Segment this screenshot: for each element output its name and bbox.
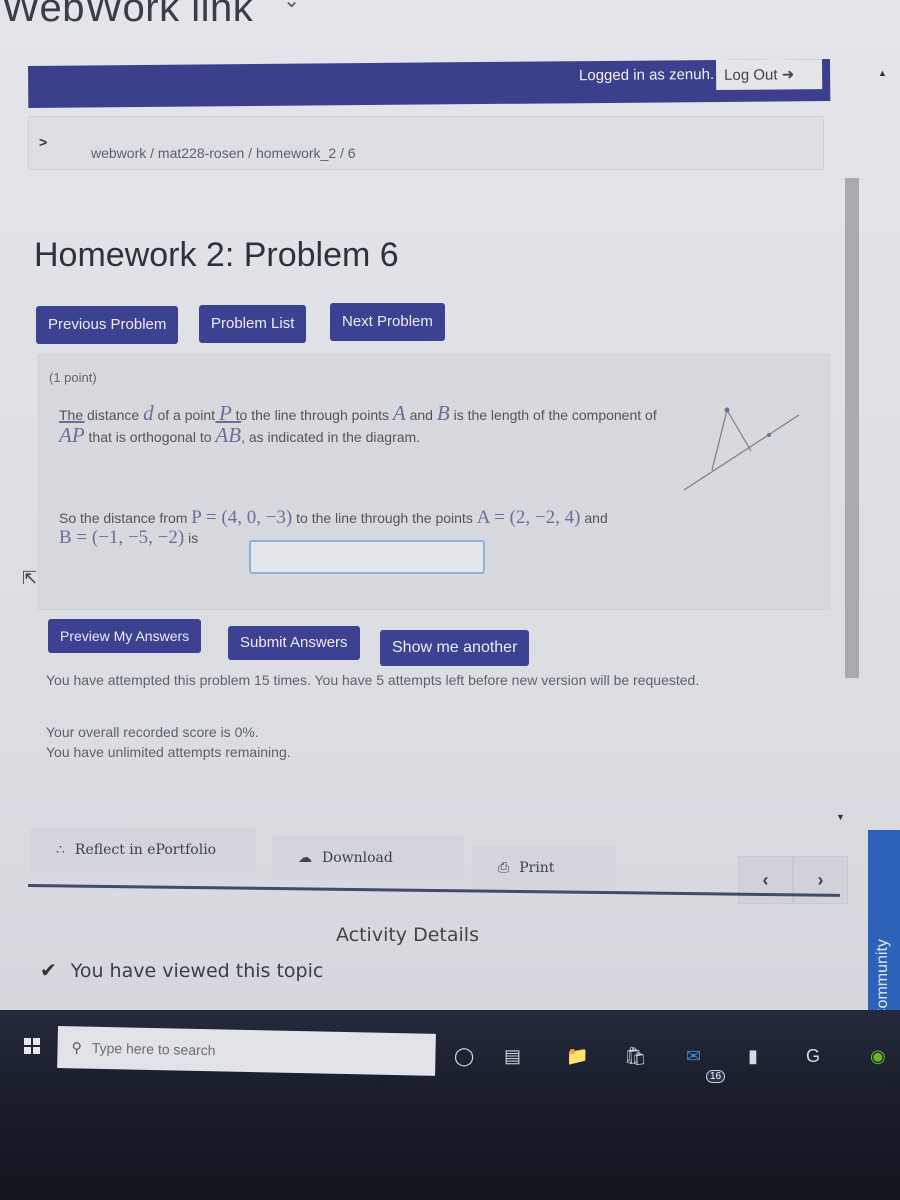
mail-badge: 16 <box>706 1070 726 1083</box>
line-ab <box>683 414 800 491</box>
text: is <box>184 530 199 546</box>
score-status: Your overall recorded score is 0%. <box>46 724 259 740</box>
download-button[interactable]: ☁ Download <box>272 836 464 880</box>
chevron-left-icon[interactable]: ‹ <box>738 856 793 904</box>
cortana-icon[interactable]: ◯ <box>454 1046 474 1067</box>
windows-start-icon[interactable] <box>24 1038 40 1054</box>
logout-button[interactable]: Log Out ➜ <box>715 59 823 90</box>
nvidia-icon[interactable]: ◉ <box>870 1046 886 1067</box>
community-label: Community <box>874 939 891 1020</box>
search-icon: ⚲ <box>71 1038 82 1056</box>
text: , as indicated in the diagram. <box>241 429 421 445</box>
show-another-button[interactable]: Show me another <box>380 630 530 666</box>
download-label: Download <box>322 850 393 866</box>
cloud-download-icon: ☁ <box>298 850 312 866</box>
triangle-diagram <box>683 407 800 491</box>
text: and <box>580 510 608 526</box>
reflect-label: Reflect in ePortfolio <box>74 842 217 858</box>
text: and <box>405 407 437 423</box>
taskbar-search-input[interactable]: ⚲ Type here to search <box>57 1026 436 1076</box>
store-icon[interactable]: 🛍 <box>624 1046 647 1067</box>
preview-answers-button[interactable]: Preview My Answers <box>48 619 202 653</box>
community-side-tab[interactable]: Community <box>868 830 900 1040</box>
submit-answers-button[interactable]: Submit Answers <box>228 626 360 660</box>
browser-tab-title[interactable]: WebWork link ⌄ <box>2 0 301 31</box>
math-d: d <box>143 401 154 425</box>
logged-in-text: Logged in as zenuh. <box>578 66 715 85</box>
point-p <box>724 407 730 413</box>
activity-details-heading[interactable]: Activity Details <box>336 924 479 946</box>
text: The distance <box>59 407 144 423</box>
text: is the length of the component of <box>449 407 657 423</box>
math-p-def: P = (4, 0, −3) <box>191 507 293 528</box>
text: to the line through the points <box>292 510 477 526</box>
screen: WebWork link ⌄ Logged in as zenuh. Log Ou… <box>0 0 900 1200</box>
logout-label: Log Out <box>724 66 778 84</box>
mail-icon[interactable]: ✉ <box>686 1046 701 1067</box>
reflect-eportfolio-button[interactable]: ∴ Reflect in ePortfolio <box>30 828 256 872</box>
text: of a point <box>153 407 219 423</box>
attempts-status: You have attempted this problem 15 times… <box>46 672 700 688</box>
mouse-cursor-icon: ⇱ <box>22 568 38 588</box>
text: to the line through points <box>231 407 393 423</box>
task-view-icon[interactable]: ▤ <box>504 1046 521 1067</box>
viewed-topic-status: ✔ You have viewed this topic <box>40 958 323 982</box>
math-vector-ap: AP <box>59 423 85 447</box>
scroll-down-arrow-icon[interactable]: ▼ <box>836 812 845 822</box>
share-icon: ∴ <box>56 842 65 858</box>
points-label: (1 point) <box>49 370 97 385</box>
math-a-def: A = (2, −2, 4) <box>476 507 581 528</box>
math-a: A <box>392 401 406 425</box>
logitech-g-icon[interactable]: G <box>806 1046 820 1067</box>
problem-list-button[interactable]: Problem List <box>199 305 307 343</box>
divider <box>27 884 840 897</box>
scrollbar-thumb[interactable] <box>845 178 859 678</box>
file-explorer-icon[interactable]: 📁 <box>566 1046 588 1067</box>
scroll-up-arrow-icon[interactable]: ▲ <box>878 68 887 78</box>
math-b: B <box>436 401 450 425</box>
top-header-bar: Logged in as zenuh. Log Out ➜ <box>28 59 831 108</box>
tab-title-text: WebWork link <box>2 0 254 30</box>
next-problem-button[interactable]: Next Problem <box>330 303 445 341</box>
search-placeholder: Type here to search <box>91 1039 216 1059</box>
math-b-def: B = (−1, −5, −2) <box>59 527 185 548</box>
checkmark-icon: ✔ <box>40 958 57 982</box>
segment-ap <box>711 409 728 471</box>
text: So the distance from <box>59 510 192 526</box>
problem-intro: The distance d of a point P to the line … <box>59 403 669 447</box>
document-icon[interactable]: ▮ <box>748 1046 758 1067</box>
breadcrumb-bar: > webwork / mat228-rosen / homework_2 / … <box>28 116 824 170</box>
math-vector-ab: AB <box>215 423 242 447</box>
math-p: P <box>218 401 232 425</box>
chevron-down-icon[interactable]: ⌄ <box>283 0 300 12</box>
sign-out-icon: ➜ <box>781 66 795 84</box>
printer-icon: ⎙ <box>498 860 510 876</box>
distance-segment <box>726 409 752 452</box>
print-label: Print <box>519 860 555 876</box>
viewed-text: You have viewed this topic <box>70 960 324 982</box>
text: that is orthogonal to <box>84 429 216 445</box>
page-title: Homework 2: Problem 6 <box>34 236 399 274</box>
breadcrumb[interactable]: webwork / mat228-rosen / homework_2 / 6 <box>91 145 356 161</box>
chevron-right-icon[interactable]: > <box>39 134 47 150</box>
problem-box: (1 point) The distance d of a point P to… <box>38 354 830 610</box>
print-button[interactable]: ⎙ Print <box>472 846 616 890</box>
remaining-status: You have unlimited attempts remaining. <box>46 744 291 760</box>
windows-taskbar: ⚲ Type here to search ◯ ▤ 📁 🛍 ✉ 16 ▮ G ◉ <box>0 1010 900 1200</box>
point-b <box>767 433 771 437</box>
previous-problem-button[interactable]: Previous Problem <box>36 306 179 344</box>
answer-input[interactable] <box>249 540 485 574</box>
